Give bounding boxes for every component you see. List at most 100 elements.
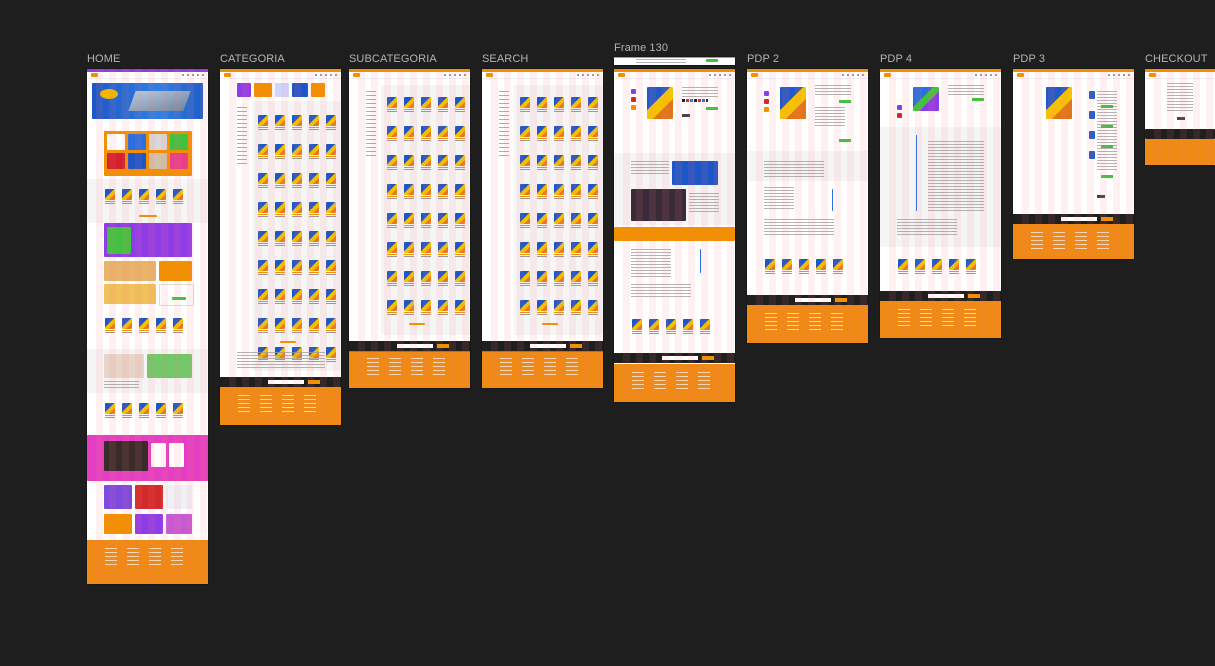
pdp3-cta-4[interactable] [1101,175,1113,178]
product-card[interactable] [571,242,581,260]
home-promo-a[interactable] [104,261,156,281]
product-card[interactable] [554,155,564,173]
product-card[interactable] [438,300,448,318]
product-card[interactable] [404,184,414,202]
home-promo-d[interactable] [159,284,194,306]
product-card[interactable] [404,155,414,173]
product-card[interactable] [455,97,465,115]
product-card[interactable] [326,144,336,162]
home-product-row-3[interactable] [105,403,183,421]
product-card[interactable] [949,259,959,277]
product-card[interactable] [275,231,285,249]
product-card[interactable] [421,213,431,231]
product-card[interactable] [292,231,302,249]
product-card[interactable] [816,259,826,277]
pdp4-add-to-cart[interactable] [972,98,984,101]
product-card[interactable] [387,126,397,144]
product-card[interactable] [537,271,547,289]
product-card[interactable] [156,318,166,336]
frame130-frame[interactable] [614,69,735,402]
product-card[interactable] [387,213,397,231]
product-card[interactable] [292,115,302,133]
product-card[interactable] [455,213,465,231]
subcategoria-newsletter[interactable] [349,341,470,351]
home-hero[interactable] [92,83,203,119]
categoria-banner-1[interactable] [237,83,251,97]
categoria-filter-list[interactable] [237,107,247,167]
pdp3-cta-1[interactable] [1101,105,1113,108]
frame130-color-swatches[interactable] [682,99,708,102]
home-cta-button[interactable] [139,215,157,217]
product-card[interactable] [571,155,581,173]
product-card[interactable] [404,213,414,231]
product-card[interactable] [309,173,319,191]
product-card[interactable] [404,242,414,260]
product-card[interactable] [554,184,564,202]
product-card[interactable] [438,184,448,202]
checkout-frame[interactable] [1145,69,1215,165]
product-card[interactable] [666,319,676,337]
product-card[interactable] [649,319,659,337]
home-tile-blue[interactable] [104,485,132,509]
product-card[interactable] [571,271,581,289]
product-card[interactable] [554,97,564,115]
product-card[interactable] [105,189,115,207]
product-card[interactable] [588,213,598,231]
product-card[interactable] [309,202,319,220]
product-card[interactable] [122,403,132,421]
frame-label-home[interactable]: HOME [87,53,120,65]
product-card[interactable] [571,184,581,202]
categoria-banner-3[interactable] [275,83,289,97]
home-promo-c[interactable] [104,284,156,304]
pdp2-buy-button[interactable] [839,139,851,142]
product-card[interactable] [455,126,465,144]
product-card[interactable] [309,289,319,307]
product-card[interactable] [326,231,336,249]
product-card[interactable] [700,319,710,337]
product-card[interactable] [520,184,530,202]
product-card[interactable] [520,242,530,260]
product-card[interactable] [520,213,530,231]
product-card[interactable] [387,184,397,202]
subcategoria-load-more[interactable] [409,323,425,325]
product-card[interactable] [537,155,547,173]
product-card[interactable] [326,260,336,278]
product-card[interactable] [326,173,336,191]
product-card[interactable] [421,126,431,144]
pdp3-checkout-button[interactable] [1097,195,1105,198]
product-card[interactable] [537,300,547,318]
product-card[interactable] [421,271,431,289]
pdp4-related-products[interactable] [898,259,976,277]
product-card[interactable] [421,184,431,202]
pdp2-thumb-2[interactable] [764,99,769,104]
product-card[interactable] [421,97,431,115]
product-card[interactable] [632,319,642,337]
product-card[interactable] [387,155,397,173]
product-card[interactable] [520,155,530,173]
product-card[interactable] [258,202,268,220]
product-card[interactable] [258,231,268,249]
product-card[interactable] [156,189,166,207]
search-frame[interactable] [482,69,603,359]
pdp4-frame[interactable] [880,69,1001,338]
product-card[interactable] [520,271,530,289]
product-card[interactable] [588,97,598,115]
product-card[interactable] [122,318,132,336]
product-card[interactable] [898,259,908,277]
frame-label-pdp2[interactable]: PDP 2 [747,53,779,65]
product-card[interactable] [173,189,183,207]
home-tile-light[interactable] [166,485,192,509]
product-card[interactable] [387,97,397,115]
product-card[interactable] [404,300,414,318]
home-tile-purple[interactable] [135,514,163,534]
product-card[interactable] [588,155,598,173]
product-card[interactable] [455,300,465,318]
magenta-product-2[interactable] [169,443,184,467]
product-card[interactable] [438,97,448,115]
search-load-more[interactable] [542,323,558,325]
product-card[interactable] [326,347,336,365]
product-card[interactable] [275,115,285,133]
pdp4-newsletter[interactable] [880,291,1001,301]
product-card[interactable] [554,271,564,289]
frame130-header-strip[interactable] [614,57,735,65]
